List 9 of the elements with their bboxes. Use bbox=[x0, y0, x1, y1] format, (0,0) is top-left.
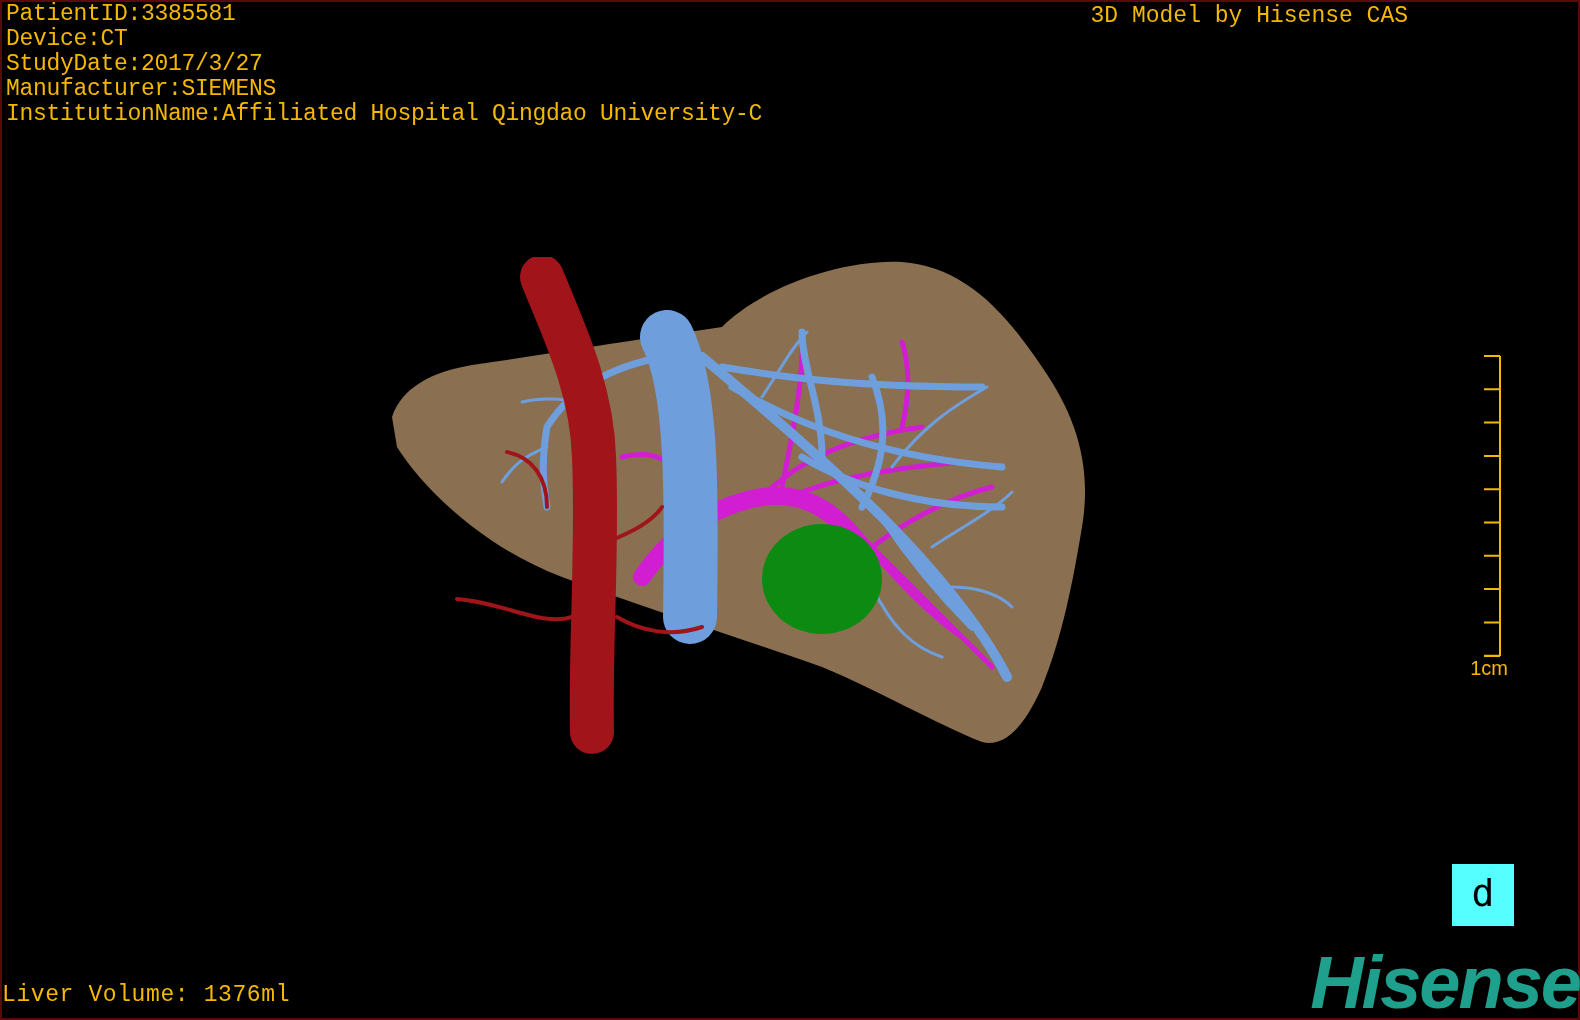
panel-label: d bbox=[1452, 864, 1514, 926]
liver-volume-text: Liver Volume: 1376ml bbox=[2, 983, 291, 1008]
scale-bar-label: 1cm bbox=[1470, 657, 1508, 679]
info-line: InstitutionName:Affiliated Hospital Qingdao University-C bbox=[6, 102, 763, 127]
info-line: PatientID:3385581 bbox=[6, 2, 237, 27]
viewer-title: 3D Model by Hisense CAS bbox=[1090, 4, 1408, 29]
info-line: Device:CT bbox=[6, 27, 129, 52]
info-line: StudyDate:2017/3/27 bbox=[6, 52, 264, 77]
info-line: Manufacturer:SIEMENS bbox=[6, 77, 278, 102]
